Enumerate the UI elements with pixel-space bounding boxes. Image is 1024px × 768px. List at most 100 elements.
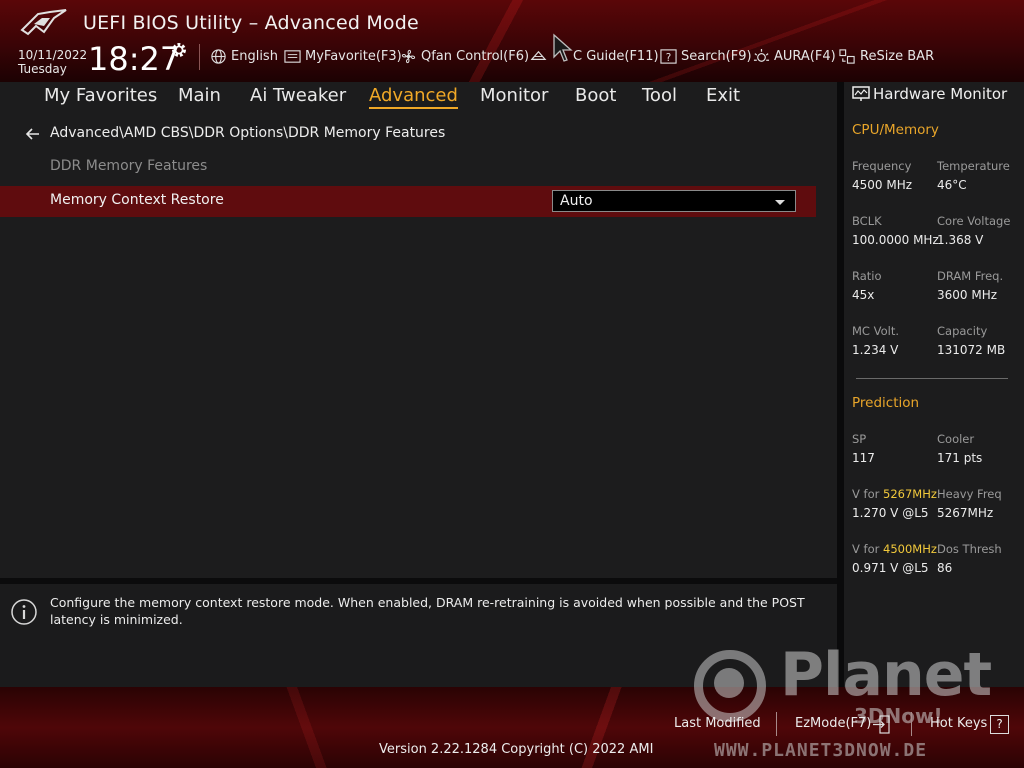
clock-display: 18:27: [88, 40, 181, 78]
temperature-value: 46°C: [937, 178, 967, 192]
qfan-button[interactable]: Qfan Control(F6): [400, 48, 529, 65]
search-button[interactable]: ? Search(F9): [660, 48, 752, 65]
hardware-monitor-title: Hardware Monitor: [873, 85, 1008, 103]
last-modified-button[interactable]: Last Modified: [674, 716, 761, 731]
hotkeys-label: Hot Keys: [930, 716, 988, 731]
watermark-word: Planet: [780, 640, 992, 710]
memory-context-restore-select[interactable]: Auto: [552, 190, 796, 212]
resize-bar-button[interactable]: ReSize BAR: [839, 48, 934, 65]
v-for-freq2-value: 0.971 V @L5: [852, 561, 929, 575]
oc-guide-label: C Guide(F11): [573, 49, 659, 64]
prediction-heading: Prediction: [852, 395, 920, 411]
v-for-freq1-value: 1.270 V @L5: [852, 506, 929, 520]
exit-arrow-icon[interactable]: [871, 715, 890, 734]
v-for-prefix: V for: [852, 487, 883, 501]
panel-divider: [837, 82, 844, 687]
help-key-icon[interactable]: ?: [990, 715, 1009, 734]
ratio-value: 45x: [852, 288, 875, 302]
watermark-dot: [714, 668, 744, 698]
footer-divider: [776, 712, 777, 736]
oc-guide-icon: [530, 50, 547, 60]
aura-button[interactable]: AURA(F4): [753, 48, 836, 65]
mc-volt-value: 1.234 V: [852, 343, 899, 357]
breadcrumb: Advanced\AMD CBS\DDR Options\DDR Memory …: [50, 125, 446, 141]
chevron-down-icon: [775, 200, 785, 205]
ratio-label: Ratio: [852, 269, 882, 283]
hotkeys-button[interactable]: Hot Keys: [930, 716, 987, 731]
main-menu: My Favorites Main Ai Tweaker Advanced Mo…: [0, 82, 837, 112]
menu-tool[interactable]: Tool: [642, 85, 677, 106]
menu-exit[interactable]: Exit: [706, 85, 740, 106]
core-voltage-label: Core Voltage: [937, 214, 1011, 228]
oc-guide-button[interactable]: C Guide(F11): [530, 48, 659, 65]
heavy-freq-value: 5267MHz: [937, 506, 994, 520]
cooler-value: 171 pts: [937, 451, 983, 465]
ezmode-label: EzMode(F7): [795, 716, 872, 731]
mouse-cursor-icon: [553, 33, 573, 62]
rog-logo: [20, 9, 67, 36]
sp-value: 117: [852, 451, 875, 465]
back-arrow-icon[interactable]: [24, 125, 42, 143]
planet3dnow-watermark: Planet 3DNow! WWW.PLANET3DNOW.DE: [694, 640, 994, 766]
fan-icon: [401, 49, 416, 64]
cooler-label: Cooler: [937, 432, 975, 446]
language-button[interactable]: English: [210, 48, 278, 65]
sp-label: SP: [852, 432, 867, 446]
watermark-url: WWW.PLANET3DNOW.DE: [714, 740, 928, 761]
svg-text:?: ?: [666, 52, 672, 64]
resize-bar-label: ReSize BAR: [860, 49, 935, 64]
weekday-text: Tuesday: [18, 62, 67, 76]
myfavorite-label: MyFavorite(F3): [305, 49, 402, 64]
ezmode-button[interactable]: EzMode(F7): [795, 716, 871, 731]
hardware-monitor-divider: [856, 378, 1008, 379]
search-label: Search(F9): [681, 49, 752, 64]
footer-divider: [911, 712, 912, 736]
resize-bar-icon: [839, 49, 855, 64]
myfavorite-button[interactable]: MyFavorite(F3): [284, 48, 402, 65]
menu-advanced[interactable]: Advanced: [369, 85, 458, 109]
main-panel: [0, 82, 837, 578]
section-title: DDR Memory Features: [50, 158, 208, 174]
v-for-freq2-label: V for 4500MHz: [852, 542, 937, 556]
v-for-freq1: 5267MHz: [883, 487, 937, 501]
mc-volt-label: MC Volt.: [852, 324, 899, 338]
favorite-list-icon: [284, 50, 301, 63]
setting-label: Memory Context Restore: [50, 192, 224, 208]
menu-boot[interactable]: Boot: [575, 85, 616, 106]
menu-main[interactable]: Main: [178, 85, 221, 106]
heavy-freq-label: Heavy Freq: [937, 487, 1002, 501]
date-display: 10/11/2022 Tuesday: [18, 48, 87, 76]
frequency-label: Frequency: [852, 159, 912, 173]
toolbar-divider: [199, 44, 200, 70]
dram-freq-value: 3600 MHz: [937, 288, 998, 302]
help-text: Configure the memory context restore mod…: [50, 595, 805, 627]
select-value: Auto: [560, 193, 593, 209]
dos-thresh-value: 86: [937, 561, 953, 575]
language-label: English: [231, 49, 278, 64]
version-text: Version 2.22.1284 Copyright (C) 2022 AMI: [379, 742, 654, 757]
aura-label: AURA(F4): [774, 49, 836, 64]
gear-icon[interactable]: [170, 41, 188, 59]
capacity-label: Capacity: [937, 324, 988, 338]
dos-thresh-label: Dos Thresh: [937, 542, 1002, 556]
menu-ai-tweaker[interactable]: Ai Tweaker: [250, 85, 346, 106]
frequency-value: 4500 MHz: [852, 178, 913, 192]
menu-my-favorites[interactable]: My Favorites: [44, 85, 157, 106]
aura-icon: [753, 48, 770, 62]
temperature-label: Temperature: [937, 159, 1010, 173]
dram-freq-label: DRAM Freq.: [937, 269, 1004, 283]
monitor-icon: [852, 86, 870, 101]
search-icon: ?: [660, 49, 677, 64]
bclk-label: BCLK: [852, 214, 882, 228]
globe-icon: [211, 49, 226, 64]
qfan-label: Qfan Control(F6): [421, 49, 530, 64]
info-icon: [11, 599, 37, 625]
capacity-value: 131072 MB: [937, 343, 1006, 357]
bclk-value: 100.0000 MHz: [852, 233, 939, 247]
cpu-memory-heading: CPU/Memory: [852, 122, 939, 138]
v-for-prefix: V for: [852, 542, 883, 556]
v-for-freq2: 4500MHz: [883, 542, 937, 556]
v-for-freq1-label: V for 5267MHz: [852, 487, 937, 501]
menu-monitor[interactable]: Monitor: [480, 85, 548, 106]
app-title: UEFI BIOS Utility – Advanced Mode: [83, 12, 419, 34]
